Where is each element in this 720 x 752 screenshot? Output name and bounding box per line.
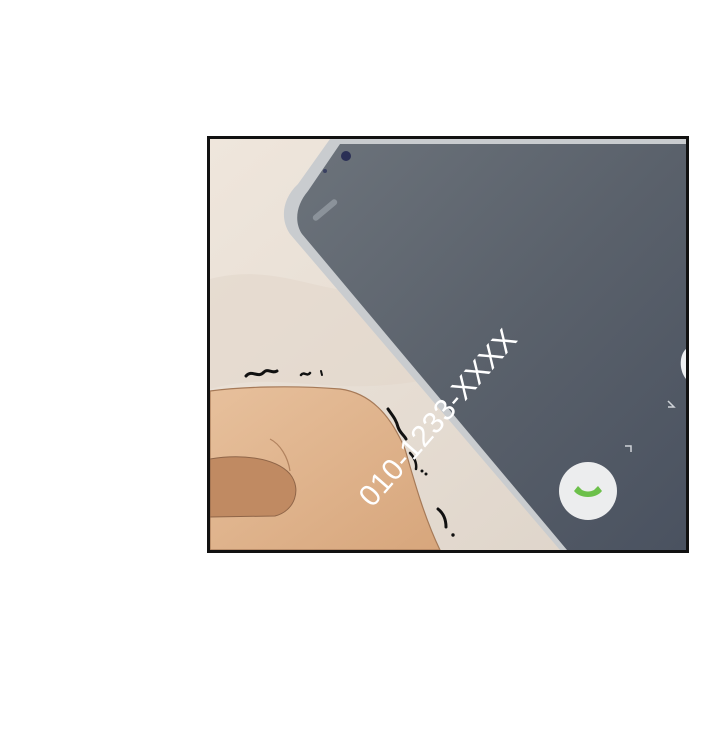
answer-button[interactable] xyxy=(559,462,617,520)
panel-illustration xyxy=(210,139,686,550)
sensor-icon xyxy=(323,169,327,173)
comic-panel: 010-1233-XXXX xyxy=(207,136,689,553)
camera-icon xyxy=(341,151,351,161)
